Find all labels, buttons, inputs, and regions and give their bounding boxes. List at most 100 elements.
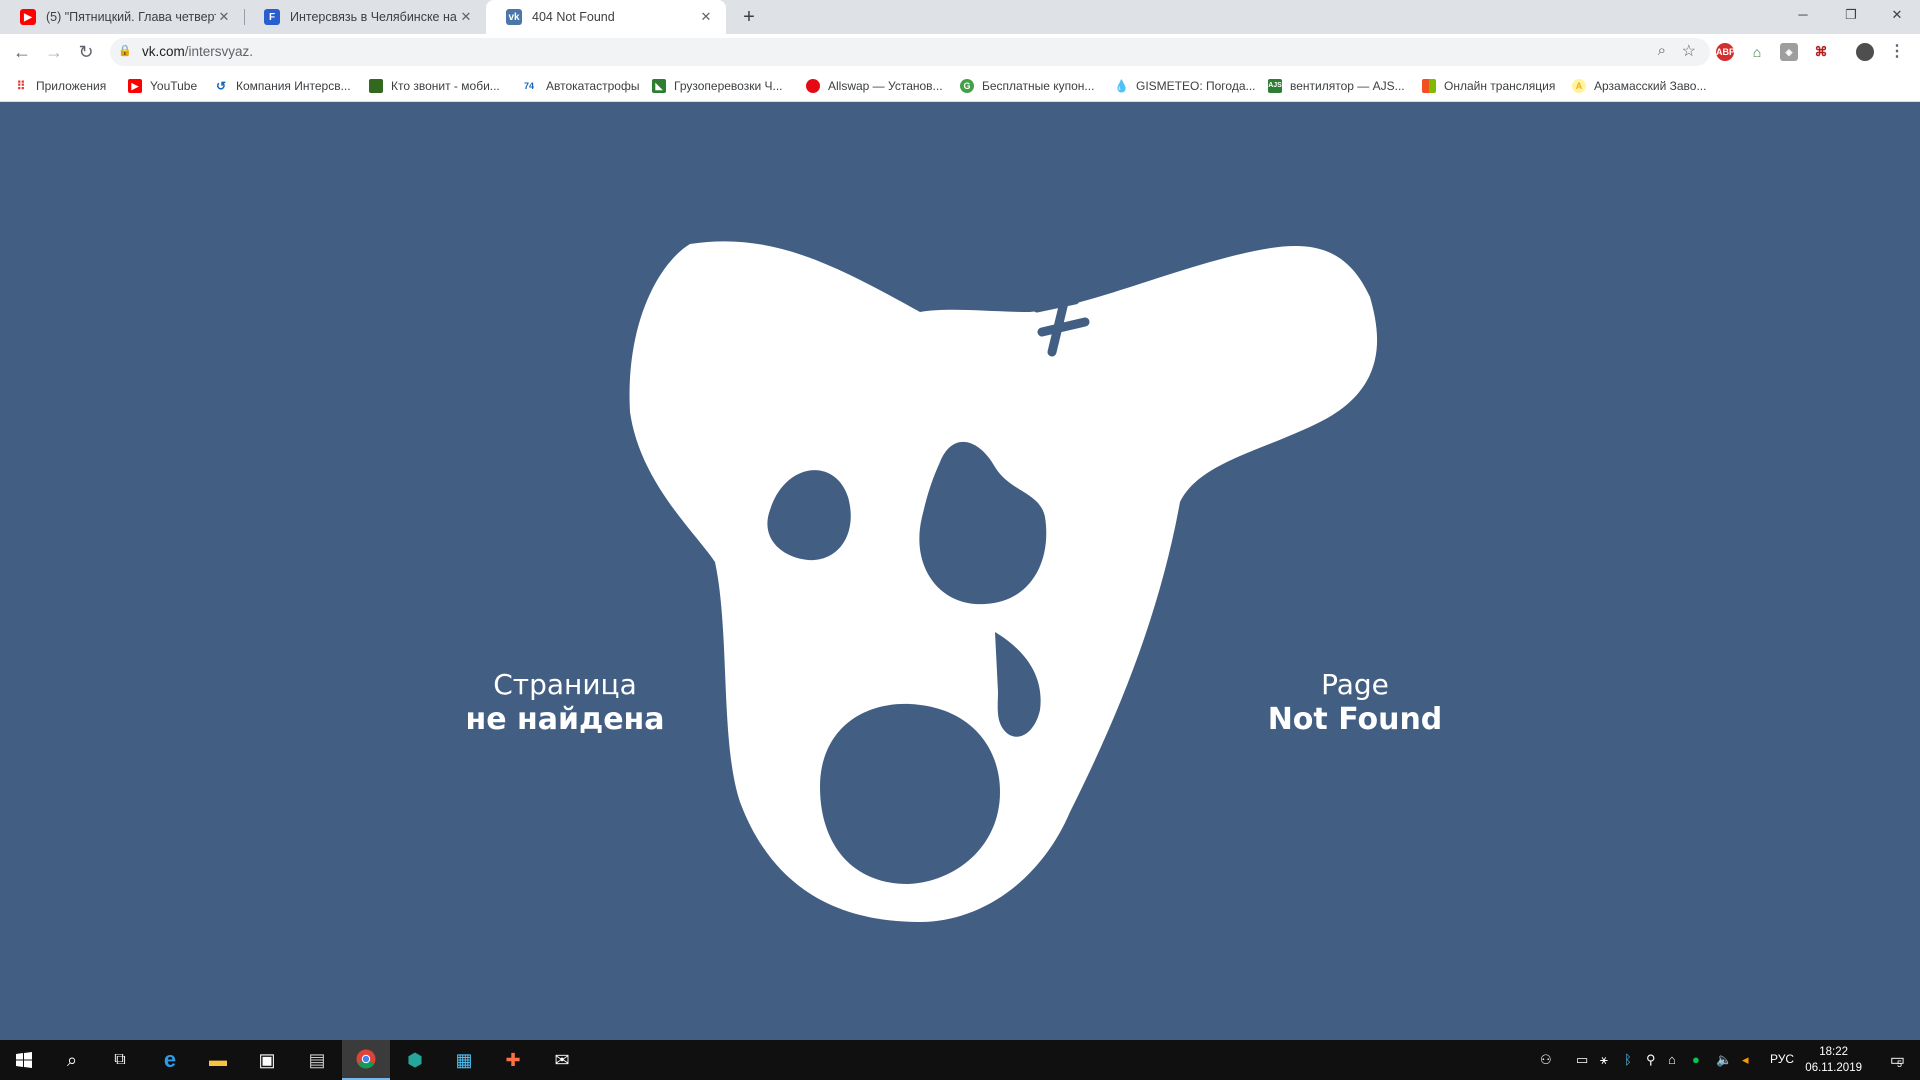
arzamas-icon: A <box>1572 79 1586 93</box>
bookmark-label: Грузоперевозки Ч... <box>674 79 783 93</box>
url-path: /intersvyaz. <box>184 44 254 59</box>
menu-icon[interactable]: ⋮ <box>1888 43 1906 61</box>
bluetooth-icon[interactable]: ᛒ <box>1624 1052 1632 1067</box>
red-dot-icon <box>806 79 820 93</box>
pdf-extension-icon[interactable]: ⌘ <box>1812 43 1830 61</box>
people-icon[interactable]: ⚇ <box>1540 1052 1552 1068</box>
not-found-english: Page Not Found <box>1220 668 1490 738</box>
minimize-button[interactable]: ─ <box>1780 0 1826 30</box>
windows-logo-icon <box>1422 79 1436 93</box>
task-view-icon[interactable]: ⧉ <box>96 1040 144 1080</box>
printer-app-icon[interactable]: ▤ <box>293 1040 341 1080</box>
74-icon: 74 <box>520 79 538 93</box>
bookmark-star-icon[interactable]: ☆ <box>1682 41 1696 61</box>
apps-grid-icon: ⠿ <box>14 79 28 93</box>
bookmark-label: Арзамасский Заво... <box>1594 79 1707 93</box>
usb-icon[interactable]: ⚲ <box>1646 1052 1656 1068</box>
windows-start-icon <box>16 1052 32 1068</box>
tab-intersvyaz[interactable]: F Интерсвязь в Челябинске на Ко ✕ <box>244 0 486 34</box>
close-window-button[interactable]: ✕ <box>1874 0 1920 30</box>
sad-vk-dog-illustration <box>629 241 1378 922</box>
clock-time: 18:22 <box>1819 1046 1849 1058</box>
bookmark-arzamas[interactable]: A Арзамасский Заво... <box>1572 77 1706 95</box>
kaspersky-tray-icon[interactable]: ● <box>1692 1052 1700 1067</box>
home-extension-icon[interactable]: ⌂ <box>1748 43 1766 61</box>
cargo-icon: ◣ <box>652 79 666 93</box>
home-tray-icon[interactable]: ⌂ <box>1668 1052 1676 1067</box>
restore-button[interactable]: ❐ <box>1828 0 1874 30</box>
bookmark-gruzoperevozki[interactable]: ◣ Грузоперевозки Ч... <box>652 77 783 95</box>
remote-app-icon[interactable]: ▦ <box>440 1040 488 1080</box>
kaspersky-icon[interactable]: ⬢ <box>391 1040 439 1080</box>
adblock-icon[interactable]: ABP <box>1716 43 1735 61</box>
chrome-logo-icon <box>356 1049 376 1069</box>
tab-strip: ▶ (5) "Пятницкий. Глава четвертая" ✕ F И… <box>0 0 1920 34</box>
bookmark-label: Allswap — Установ... <box>828 79 943 93</box>
bookmark-gismeteo[interactable]: 💧 GISMETEO: Погода... <box>1114 77 1256 95</box>
vk-icon: vk <box>506 9 522 25</box>
book-icon <box>369 79 383 93</box>
not-found-ru-line2: не найдена <box>465 702 665 737</box>
address-bar[interactable]: 🔒 vk.com/intersvyaz. ⌕ ☆ <box>110 38 1710 66</box>
tab-title: (5) "Пятницкий. Глава четвертая" <box>46 10 216 24</box>
close-tab-icon[interactable]: ✕ <box>216 9 232 25</box>
youtube-icon: ▶ <box>20 9 36 25</box>
page-content: Страница не найдена Page Not Found <box>0 102 1920 1040</box>
bookmark-label: Онлайн трансляция <box>1444 79 1556 93</box>
bookmark-ajs[interactable]: AJS вентилятор — AJS... <box>1268 77 1405 95</box>
bookmark-label: Приложения <box>36 79 107 93</box>
bookmark-translyatsiya[interactable]: Онлайн трансляция <box>1422 77 1555 95</box>
tab-title: Интерсвязь в Челябинске на Ко <box>290 10 458 24</box>
bookmark-label: Автокатастрофы <box>546 79 640 93</box>
store-icon[interactable]: ▣ <box>243 1040 291 1080</box>
profile-avatar[interactable] <box>1856 43 1874 61</box>
tab-404[interactable]: vk 404 Not Found ✕ <box>486 0 726 34</box>
tab-youtube[interactable]: ▶ (5) "Пятницкий. Глава четвертая" ✕ <box>0 0 244 34</box>
bookmark-apps[interactable]: ⠿ Приложения <box>14 77 106 95</box>
search-icon[interactable]: ⌕ <box>48 1040 96 1080</box>
clock-date: 06.11.2019 <box>1805 1062 1862 1074</box>
bookmark-kto-zvonit[interactable]: Кто звонит - моби... <box>369 77 500 95</box>
bookmark-kupony[interactable]: G Бесплатные купон... <box>960 77 1094 95</box>
bookmark-label: GISMETEO: Погода... <box>1136 79 1256 93</box>
notification-center-icon[interactable]: ▭ 5 <box>1872 1040 1920 1080</box>
back-button[interactable]: ← <box>8 38 36 66</box>
wifi-icon[interactable]: ⚹ <box>1600 1052 1608 1068</box>
volume-icon[interactable]: 🔈 <box>1716 1052 1732 1068</box>
coupon-icon: G <box>960 79 974 93</box>
close-tab-icon[interactable]: ✕ <box>698 9 714 25</box>
zoom-icon[interactable]: ⌕ <box>1658 42 1666 59</box>
not-found-russian: Страница не найдена <box>430 668 700 738</box>
not-found-en-line2: Not Found <box>1267 702 1443 737</box>
file-explorer-icon[interactable]: ▬ <box>194 1040 242 1080</box>
paint-app-icon[interactable]: ✚ <box>489 1040 537 1080</box>
address-url[interactable]: vk.com/intersvyaz. <box>142 44 253 59</box>
new-tab-button[interactable]: + <box>736 4 762 30</box>
edge-icon[interactable]: e <box>146 1040 194 1080</box>
lock-icon[interactable]: 🔒 <box>118 44 132 57</box>
bookmark-intersvyaz[interactable]: ↺ Компания Интерсв... <box>214 77 351 95</box>
bookmark-label: YouTube <box>150 79 198 93</box>
tab-title: 404 Not Found <box>532 10 615 24</box>
not-found-en-line1: Page <box>1321 668 1389 701</box>
network-icon[interactable]: ▭ <box>1576 1052 1588 1068</box>
bookmark-allswap[interactable]: Allswap — Установ... <box>806 77 943 95</box>
bookmark-youtube[interactable]: ▶ YouTube <box>128 77 197 95</box>
clock[interactable]: 18:22 06.11.2019 <box>1805 1044 1862 1076</box>
reload-button[interactable]: ↻ <box>72 38 100 66</box>
language-indicator[interactable]: РУС <box>1770 1052 1794 1066</box>
intersvyaz-icon: ↺ <box>214 79 228 93</box>
speaker-warning-icon[interactable]: ◂ <box>1742 1052 1749 1068</box>
youtube-icon: ▶ <box>128 79 142 93</box>
mail-icon[interactable]: ✉ <box>538 1040 586 1080</box>
windows-taskbar: ⌕ ⧉ e ▬ ▣ ▤ ⬢ ▦ ✚ ✉ ⚇ ▭ ⚹ ᛒ ⚲ ⌂ ● 🔈 ◂ РУ… <box>0 1040 1920 1080</box>
bookmark-avtokatastrofy[interactable]: 74 Автокатастрофы <box>520 77 639 95</box>
chrome-icon[interactable] <box>342 1040 390 1080</box>
bookmark-label: Бесплатные купон... <box>982 79 1095 93</box>
shield-extension-icon[interactable]: ◈ <box>1780 43 1798 61</box>
close-tab-icon[interactable]: ✕ <box>458 9 474 25</box>
forward-button[interactable]: → <box>40 38 68 66</box>
notification-count: 5 <box>1897 1059 1903 1069</box>
start-button[interactable] <box>0 1040 48 1080</box>
bookmark-label: Компания Интерсв... <box>236 79 351 93</box>
